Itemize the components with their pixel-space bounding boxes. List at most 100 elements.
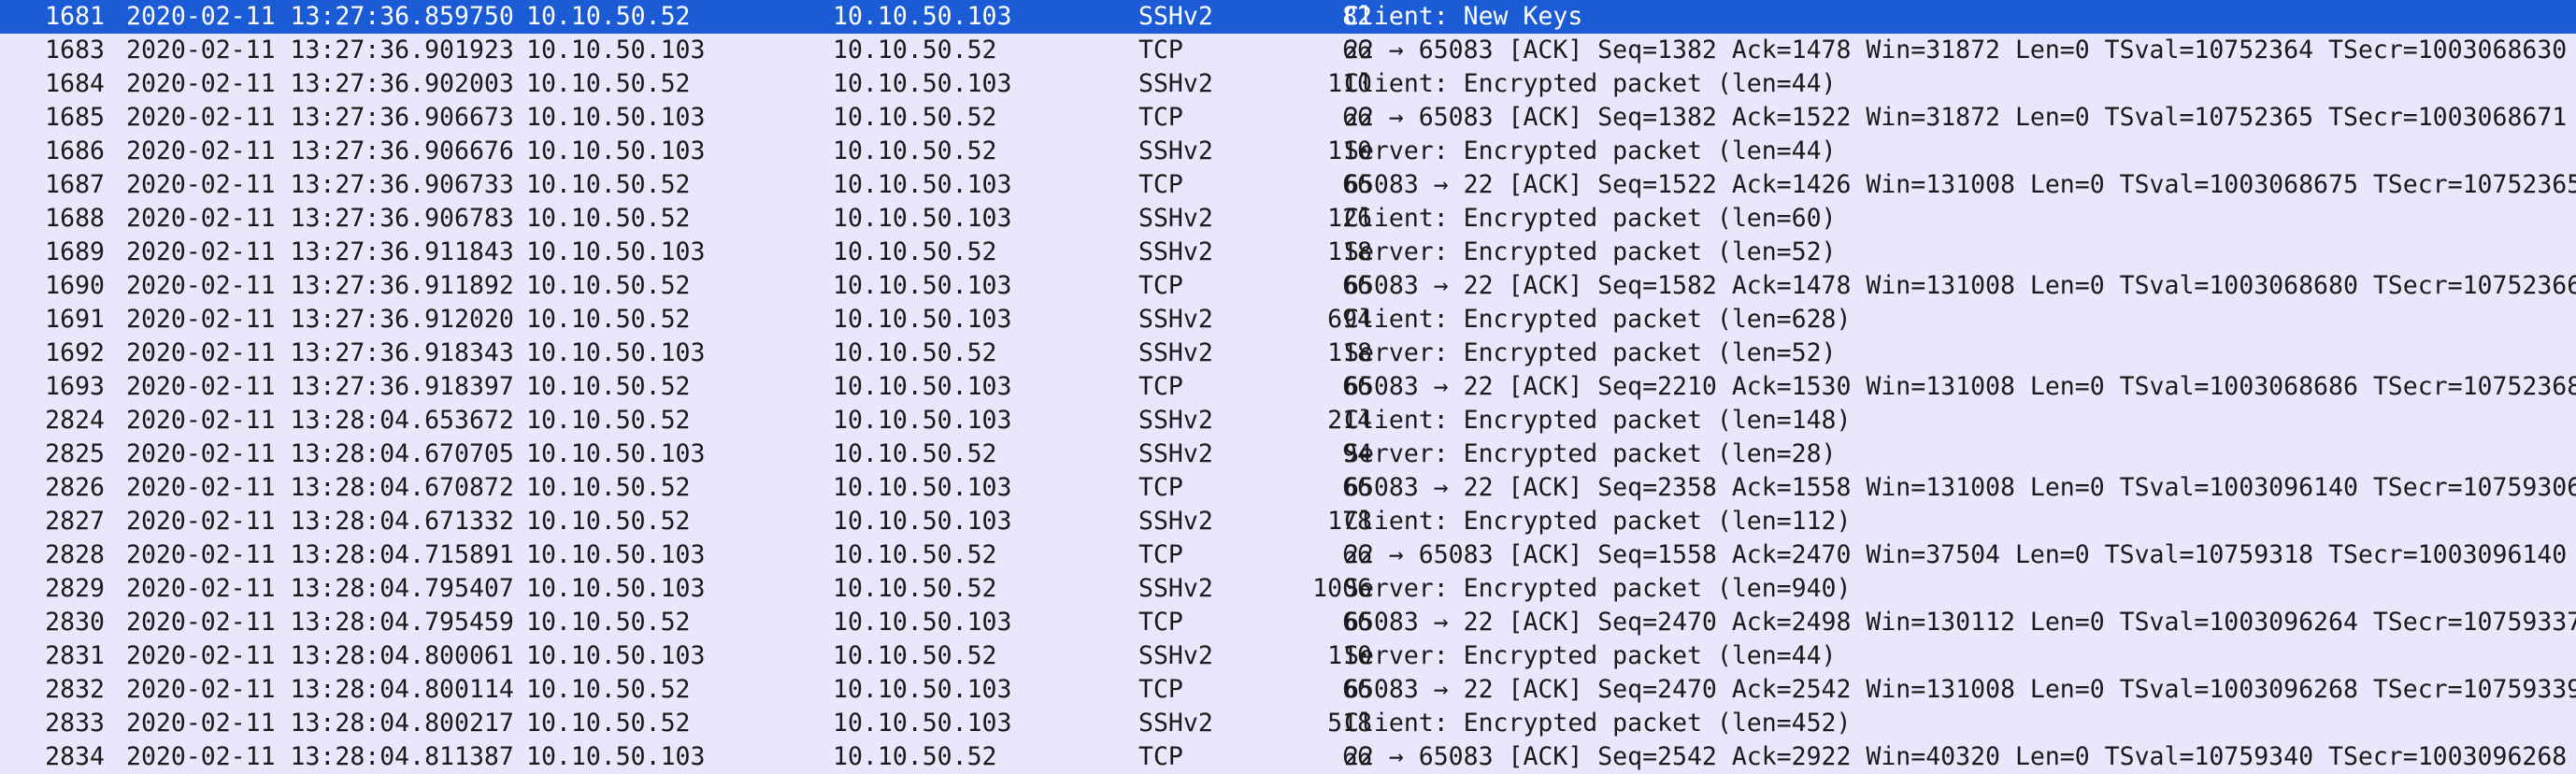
packet-destination: 10.10.50.52 [833,540,997,569]
packet-number: 1687 [45,170,105,199]
packet-destination: 10.10.50.103 [833,2,1012,31]
packet-time: 2020-02-11 13:28:04.811387 [126,742,514,771]
packet-protocol: TCP [1138,742,1183,771]
packet-number: 2834 [45,742,105,771]
packet-protocol: SSHv2 [1138,338,1213,367]
packet-info: 22 → 65083 [ACK] Seq=2542 Ack=2922 Win=4… [1344,742,2568,771]
packet-info: 65083 → 22 [ACK] Seq=2210 Ack=1530 Win=1… [1344,372,2576,401]
packet-destination: 10.10.50.103 [833,305,1012,334]
packet-number: 1692 [45,338,105,367]
packet-source: 10.10.50.52 [526,406,691,435]
packet-row[interactable]: 2831 2020-02-11 13:28:04.800061 10.10.50.1… [0,639,2576,673]
packet-number: 1684 [45,69,105,98]
packet-destination: 10.10.50.103 [833,406,1012,435]
packet-time: 2020-02-11 13:27:36.906733 [126,170,514,199]
packet-row[interactable]: 2825 2020-02-11 13:28:04.670705 10.10.50.1… [0,437,2576,471]
packet-time: 2020-02-11 13:28:04.800114 [126,675,514,704]
packet-protocol: SSHv2 [1138,507,1213,536]
packet-time: 2020-02-11 13:27:36.912020 [126,305,514,334]
packet-destination: 10.10.50.52 [833,237,997,266]
packet-protocol: SSHv2 [1138,136,1213,165]
packet-time: 2020-02-11 13:28:04.795459 [126,608,514,637]
packet-time: 2020-02-11 13:27:36.906676 [126,136,514,165]
packet-time: 2020-02-11 13:28:04.715891 [126,540,514,569]
packet-source: 10.10.50.103 [526,103,706,132]
packet-source: 10.10.50.103 [526,742,706,771]
packet-row[interactable]: 1690 2020-02-11 13:27:36.911892 10.10.50.5… [0,269,2576,303]
packet-number: 2832 [45,675,105,704]
packet-number: 2830 [45,608,105,637]
packet-row[interactable]: 1689 2020-02-11 13:27:36.911843 10.10.50.1… [0,236,2576,269]
packet-row[interactable]: 2834 2020-02-11 13:28:04.811387 10.10.50.1… [0,740,2576,774]
packet-source: 10.10.50.103 [526,36,706,64]
packet-row[interactable]: 1687 2020-02-11 13:27:36.906733 10.10.50.5… [0,168,2576,202]
packet-protocol: TCP [1138,103,1183,132]
packet-source: 10.10.50.103 [526,641,706,670]
packet-number: 1691 [45,305,105,334]
packet-row[interactable]: 2830 2020-02-11 13:28:04.795459 10.10.50.5… [0,606,2576,639]
packet-time: 2020-02-11 13:27:36.901923 [126,36,514,64]
packet-source: 10.10.50.52 [526,473,691,502]
packet-info: 65083 → 22 [ACK] Seq=1582 Ack=1478 Win=1… [1344,271,2576,300]
packet-info: 65083 → 22 [ACK] Seq=2470 Ack=2498 Win=1… [1344,608,2576,637]
packet-time: 2020-02-11 13:27:36.859750 [126,2,514,31]
packet-time: 2020-02-11 13:27:36.906673 [126,103,514,132]
packet-source: 10.10.50.52 [526,2,691,31]
packet-destination: 10.10.50.103 [833,204,1012,233]
packet-destination: 10.10.50.103 [833,69,1012,98]
packet-number: 2829 [45,574,105,603]
packet-protocol: TCP [1138,36,1183,64]
packet-source: 10.10.50.52 [526,608,691,637]
packet-destination: 10.10.50.103 [833,170,1012,199]
packet-time: 2020-02-11 13:28:04.795407 [126,574,514,603]
packet-row[interactable]: 2826 2020-02-11 13:28:04.670872 10.10.50.5… [0,471,2576,505]
packet-row[interactable]: 1684 2020-02-11 13:27:36.902003 10.10.50.5… [0,67,2576,101]
packet-protocol: SSHv2 [1138,709,1213,738]
packet-info: Client: Encrypted packet (len=628) [1344,305,1852,334]
packet-protocol: SSHv2 [1138,204,1213,233]
packet-row[interactable]: 1691 2020-02-11 13:27:36.912020 10.10.50.5… [0,303,2576,337]
packet-number: 1690 [45,271,105,300]
packet-row[interactable]: 1683 2020-02-11 13:27:36.901923 10.10.50.1… [0,34,2576,67]
packet-info: Client: Encrypted packet (len=148) [1344,406,1852,435]
packet-info: 22 → 65083 [ACK] Seq=1382 Ack=1478 Win=3… [1344,36,2568,64]
packet-source: 10.10.50.52 [526,507,691,536]
packet-number: 2831 [45,641,105,670]
packet-row[interactable]: 2833 2020-02-11 13:28:04.800217 10.10.50.5… [0,707,2576,740]
packet-destination: 10.10.50.103 [833,271,1012,300]
packet-row[interactable]: 1686 2020-02-11 13:27:36.906676 10.10.50.1… [0,135,2576,168]
packet-number: 1686 [45,136,105,165]
packet-number: 2828 [45,540,105,569]
packet-source: 10.10.50.103 [526,136,706,165]
packet-info: Client: Encrypted packet (len=452) [1344,709,1852,738]
packet-row[interactable]: 2829 2020-02-11 13:28:04.795407 10.10.50.1… [0,572,2576,606]
packet-source: 10.10.50.52 [526,372,691,401]
packet-number: 1688 [45,204,105,233]
packet-row[interactable]: 1693 2020-02-11 13:27:36.918397 10.10.50.5… [0,370,2576,404]
packet-row[interactable]: 1692 2020-02-11 13:27:36.918343 10.10.50.1… [0,337,2576,370]
packet-destination: 10.10.50.103 [833,372,1012,401]
packet-row[interactable]: 2828 2020-02-11 13:28:04.715891 10.10.50.1… [0,538,2576,572]
packet-source: 10.10.50.52 [526,69,691,98]
packet-source: 10.10.50.103 [526,439,706,468]
packet-number: 2824 [45,406,105,435]
packet-row[interactable]: 1685 2020-02-11 13:27:36.906673 10.10.50.1… [0,101,2576,135]
packet-row[interactable]: 2827 2020-02-11 13:28:04.671332 10.10.50.5… [0,505,2576,538]
packet-source: 10.10.50.52 [526,271,691,300]
packet-protocol: TCP [1138,608,1183,637]
packet-info: Client: Encrypted packet (len=60) [1344,204,1837,233]
packet-number: 2825 [45,439,105,468]
packet-row[interactable]: 2824 2020-02-11 13:28:04.653672 10.10.50.5… [0,404,2576,437]
packet-row[interactable]: 2832 2020-02-11 13:28:04.800114 10.10.50.5… [0,673,2576,707]
packet-source: 10.10.50.103 [526,540,706,569]
packet-time: 2020-02-11 13:28:04.671332 [126,507,514,536]
packet-info: Server: Encrypted packet (len=52) [1344,338,1837,367]
packet-row[interactable]: 1688 2020-02-11 13:27:36.906783 10.10.50.5… [0,202,2576,236]
packet-row-selected[interactable]: 1681 2020-02-11 13:27:36.859750 10.10.50.5… [0,0,2576,34]
packet-destination: 10.10.50.52 [833,103,997,132]
packet-protocol: TCP [1138,540,1183,569]
packet-destination: 10.10.50.52 [833,338,997,367]
packet-protocol: TCP [1138,675,1183,704]
packet-list[interactable]: 1681 2020-02-11 13:27:36.859750 10.10.50.5… [0,0,2576,774]
packet-info: Client: Encrypted packet (len=44) [1344,69,1837,98]
